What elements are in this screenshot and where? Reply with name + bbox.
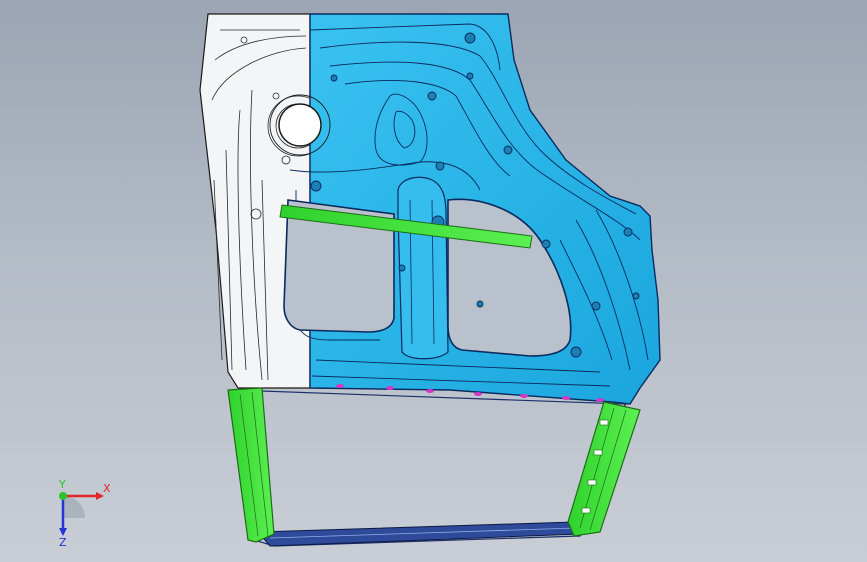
view-orientation-triad[interactable]: X Y Z [40, 478, 110, 548]
y-axis-label: Y [58, 478, 66, 491]
y-axis-marker [59, 492, 67, 500]
panel-center-channel [397, 176, 449, 360]
z-axis-label: Z [59, 536, 67, 548]
door-inner-panel-model[interactable] [0, 0, 867, 562]
graphics-viewport[interactable]: X Y Z [0, 0, 867, 562]
window-frame [231, 389, 628, 547]
left-window-channel [227, 387, 275, 543]
frame-bottom-rail [256, 521, 581, 547]
speaker-hole [278, 103, 322, 147]
x-axis-label: X [103, 482, 110, 495]
